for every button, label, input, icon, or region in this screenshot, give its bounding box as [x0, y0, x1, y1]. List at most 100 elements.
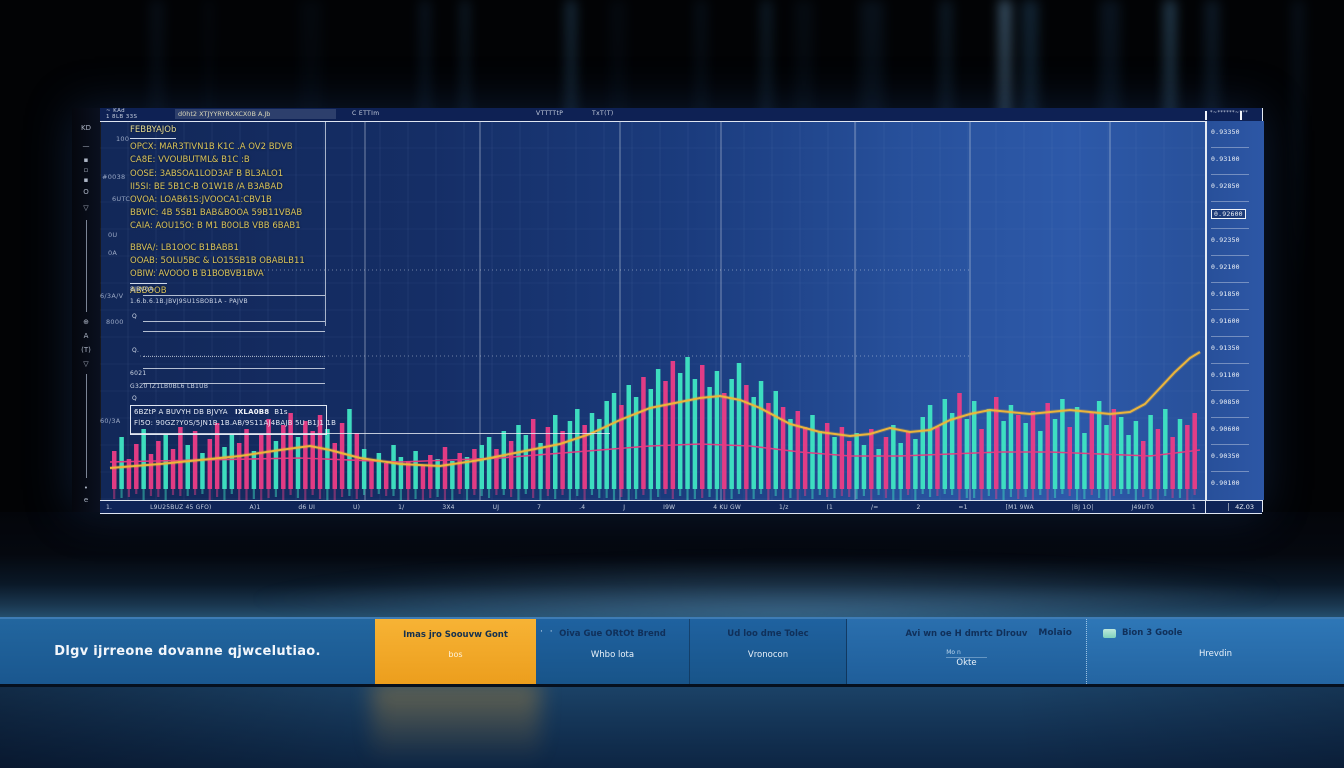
indicator-label: 8JBV0A	[130, 286, 153, 293]
price-axis-row: 0.92850	[1207, 175, 1264, 202]
symbol-code-2: 1 8LB 33S	[106, 114, 137, 120]
price-axis-row: 0.93100	[1207, 148, 1264, 175]
price-tick-label: 0.93350	[1211, 128, 1240, 136]
price-axis[interactable]: 0.933500.931000.928500.926000.923500.921…	[1205, 121, 1264, 500]
time-tick-label: J	[623, 504, 625, 511]
price-axis-row: 0.91850	[1207, 283, 1264, 310]
time-tick-label: [M1 9WA	[1006, 504, 1034, 511]
taskbar-app-5-note: Mo n	[946, 649, 987, 658]
toolbar-icon[interactable]: ⊕	[72, 318, 100, 326]
data-window-overlay[interactable]: 6BZtP A BUVYH DB BJVYA IXLA0B8 B1s Fl5O:…	[130, 405, 327, 435]
time-tick-label: 3X4	[442, 504, 454, 511]
chart-titlebar: ~ KAd 1 8LB 33S d0ht2 XTJYYRYRXXCX0B A.J…	[100, 108, 1262, 122]
time-tick-label: 2	[916, 504, 920, 511]
toolbar-icon[interactable]: A	[72, 332, 100, 340]
toolbar-icon[interactable]: —	[72, 142, 100, 150]
bg-streak	[1292, 0, 1304, 330]
symbol-chip[interactable]: d0ht2 XTJYYRYRXXCX0B A.Jb	[175, 109, 336, 119]
price-axis-row: 0.92100	[1207, 256, 1264, 283]
time-tick-label: .4	[579, 504, 585, 511]
taskbar-app-5[interactable]: Avi wn oe H dmrtc Dlrouv Mo n Okte Molai…	[847, 619, 1086, 684]
time-tick-label: A)1	[250, 504, 261, 511]
data-window-badge: IXLA0B8	[235, 408, 269, 416]
indicator-label: 6021	[130, 370, 146, 377]
toolbar-icon[interactable]: ▽	[72, 360, 100, 368]
legend-row: OVOA: LOAB61S:JVOOCA1:CBV1B	[130, 194, 340, 207]
time-axis[interactable]: 1.L9U25BUZ 45 GFO)A)1d6 UIU)1/3X4UJ7.4JI…	[100, 500, 1262, 514]
chart-plot-area[interactable]: FEBBYAJObOPCX: MAR3TIVN1B K1C .A OV2 BDV…	[100, 121, 1205, 500]
toolbar-icon[interactable]: ▪	[72, 156, 100, 164]
gutter-label: 0A	[108, 249, 117, 257]
price-tick-label: 0.90100	[1211, 479, 1240, 487]
gutter-label: 6UTC	[112, 195, 130, 203]
desk-reflection	[0, 682, 1344, 768]
legend-row: OOSE: 3ABSOA1LOD3AF B BL3ALO1	[130, 168, 340, 181]
taskbar-app-2-active[interactable]: Imas jro Soouvw Gont bos	[375, 619, 536, 684]
taskbar-app-2-title: Imas jro Soouvw Gont	[375, 630, 536, 640]
taskbar-app-6[interactable]: Bion 3 Goole Hrevdin	[1086, 619, 1344, 684]
indicator-label: Q	[132, 313, 137, 320]
price-axis-row: 0.91100	[1207, 364, 1264, 391]
indicator-separator	[143, 295, 325, 296]
price-tick-label: 0.90850	[1211, 398, 1240, 406]
price-tick-label: 0.91100	[1211, 371, 1240, 379]
time-tick-label: L9U25BUZ 45 GFO)	[150, 504, 212, 511]
price-tick-label: 0.93100	[1211, 155, 1240, 163]
price-tick-label: 0.91850	[1211, 290, 1240, 298]
time-tick-label: =1	[958, 504, 967, 511]
price-tick-label: 0.91350	[1211, 344, 1240, 352]
price-tick-label: 0.92100	[1211, 263, 1240, 271]
price-axis-row: 0.91600	[1207, 310, 1264, 337]
drawing-toolbar[interactable]: KD — ▪ ▫ ▪ O ▽ ⊕ A (T) ▽ • e	[72, 108, 101, 512]
toolbar-icon[interactable]: O	[72, 188, 100, 196]
time-tick-label: 1	[1192, 504, 1196, 511]
taskbar-app-3[interactable]: · · Oiva Gue ORtOt Brend Whbo lota	[536, 619, 690, 684]
divider-dots: · ·	[540, 627, 555, 637]
ma-line-pink	[110, 444, 1200, 462]
time-tick-label: I9W	[663, 504, 675, 511]
legend-panel-border	[325, 121, 326, 326]
time-axis-corner-label: 4Z.03	[1228, 503, 1254, 511]
taskbar-app-1-label: Dlgv ijrreone dovanne qjwcelutiao.	[54, 644, 321, 659]
price-axis-row: 0.90350	[1207, 445, 1264, 472]
taskbar-app-4[interactable]: Ud loo dme Tolec Vronocon	[690, 619, 847, 684]
scale-marker-icon[interactable]	[1240, 111, 1242, 120]
time-axis-divider	[1205, 501, 1206, 513]
time-tick-label: |BJ 1O|	[1072, 504, 1094, 511]
time-tick-label: 4 KU GW	[713, 504, 741, 511]
price-tick-label: 0.92350	[1211, 236, 1240, 244]
price-axis-row: 0.90600	[1207, 418, 1264, 445]
titlebar-center-label: C ETTIm	[352, 110, 380, 117]
price-axis-row: 0.90850	[1207, 391, 1264, 418]
toolbar-icon[interactable]: KD	[72, 124, 100, 132]
price-tick-label: 0.92850	[1211, 182, 1240, 190]
toolbar-icon[interactable]: ▽	[72, 204, 100, 212]
time-tick-label: U)	[353, 504, 360, 511]
time-tick-label: 1/z	[779, 504, 789, 511]
desk-shade	[0, 682, 1344, 768]
taskbar-app-5-subtitle: Okte	[847, 658, 1086, 668]
taskbar-app-4-title: Ud loo dme Tolec	[690, 629, 846, 639]
time-tick-label: J49UT0	[1131, 504, 1153, 511]
taskbar-app-1[interactable]: Dlgv ijrreone dovanne qjwcelutiao.	[0, 619, 375, 684]
time-tick-label: 7	[537, 504, 541, 511]
scale-marker-icon[interactable]	[1205, 111, 1207, 120]
toolbar-icon[interactable]: ▫	[72, 166, 100, 174]
toolbar-icon[interactable]: ▪	[72, 176, 100, 184]
time-tick-label: d6 UI	[298, 504, 315, 511]
toolbar-icon[interactable]: (T)	[72, 346, 100, 354]
taskbar-app-5-extra: Molaio	[1038, 628, 1072, 638]
toolbar-icon[interactable]: e	[72, 496, 100, 504]
indicator-separator	[143, 321, 325, 322]
legend-row	[130, 234, 340, 242]
toolbar-icon[interactable]: •	[72, 484, 100, 492]
toolbar-divider-line	[86, 220, 87, 312]
gutter-label: 0U	[108, 231, 118, 239]
price-axis-row: 0.91350	[1207, 337, 1264, 364]
time-tick-label: (1	[827, 504, 834, 511]
time-tick-labels: 1.L9U25BUZ 45 GFO)A)1d6 UIU)1/3X4UJ7.4JI…	[106, 501, 1196, 513]
trading-chart-window: KD — ▪ ▫ ▪ O ▽ ⊕ A (T) ▽ • e ~ KAd 1 8LB 33S d0ht2 X…	[72, 108, 1263, 512]
time-tick-label: 1/	[398, 504, 404, 511]
legend-row: FEBBYAJOb	[130, 124, 340, 141]
taskbar: Dlgv ijrreone dovanne qjwcelutiao. Imas …	[0, 617, 1344, 684]
